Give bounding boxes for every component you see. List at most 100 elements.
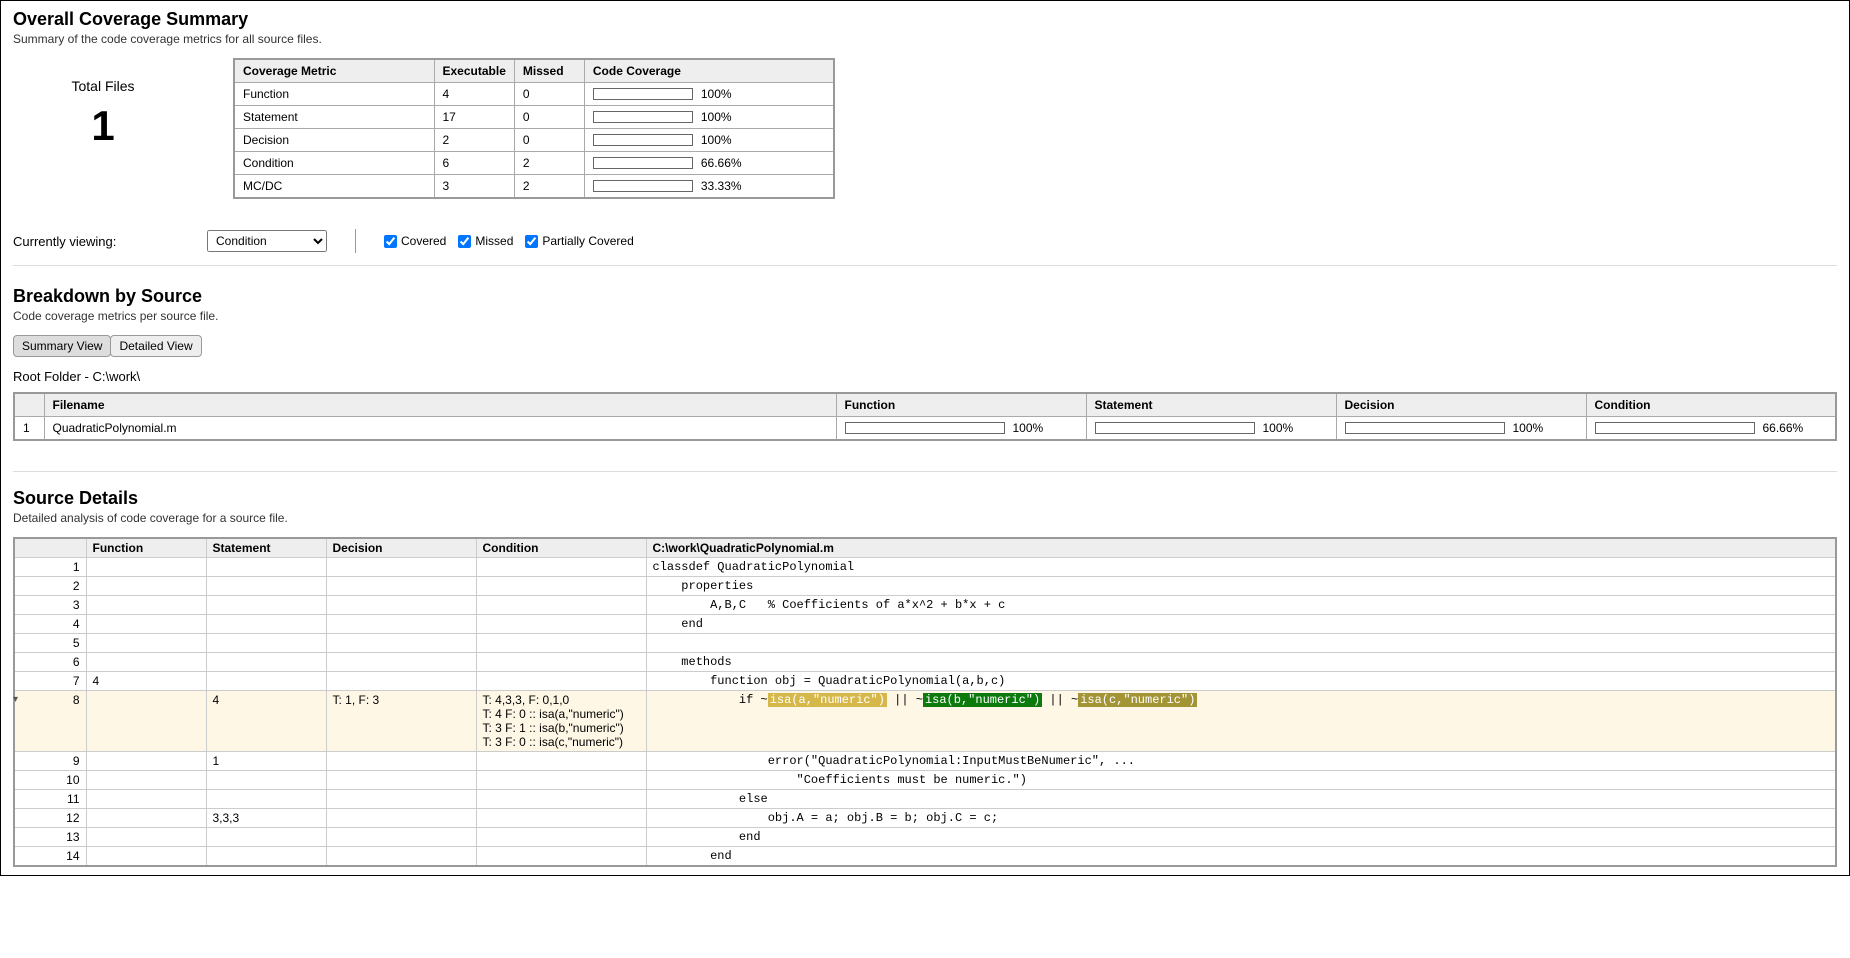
line-decision	[326, 790, 476, 809]
metric-name: Statement	[234, 106, 434, 129]
line-decision	[326, 577, 476, 596]
coverage-pct: 100%	[701, 110, 732, 124]
coverage-type-select[interactable]: Condition	[207, 230, 327, 252]
line-decision	[326, 558, 476, 577]
line-function	[86, 653, 206, 672]
coverage-pct: 33.33%	[701, 179, 742, 193]
source-line: 6 methods	[14, 653, 1836, 672]
line-statement	[206, 790, 326, 809]
metric-coverage: 100%	[584, 129, 834, 152]
line-function	[86, 596, 206, 615]
line-number: 13	[14, 828, 86, 847]
metric-name: Decision	[234, 129, 434, 152]
metric-executable: 17	[434, 106, 514, 129]
covered-checkbox-label[interactable]: Covered	[384, 234, 446, 248]
source-header-decision: Decision	[326, 538, 476, 558]
metrics-row: Function40 100%	[234, 83, 834, 106]
line-decision	[326, 634, 476, 653]
line-function	[86, 577, 206, 596]
total-files-label: Total Files	[13, 78, 193, 94]
line-statement	[206, 615, 326, 634]
metric-executable: 4	[434, 83, 514, 106]
partial-checkbox-label[interactable]: Partially Covered	[525, 234, 633, 248]
line-condition	[476, 828, 646, 847]
root-folder-label: Root Folder - C:\work\	[13, 369, 1837, 384]
breakdown-header-row: Filename Function Statement Decision Con…	[14, 393, 1836, 417]
breakdown-by-source: Breakdown by Source Code coverage metric…	[13, 286, 1837, 441]
breakdown-table: Filename Function Statement Decision Con…	[13, 392, 1837, 441]
missed-checkbox-label[interactable]: Missed	[458, 234, 513, 248]
coverage-bar	[1095, 422, 1255, 434]
line-number: 10	[14, 771, 86, 790]
line-condition	[476, 653, 646, 672]
line-code: A,B,C % Coefficients of a*x^2 + b*x + c	[646, 596, 1836, 615]
line-number: 7	[14, 672, 86, 691]
coverage-pct: 100%	[1263, 421, 1294, 435]
line-statement	[206, 634, 326, 653]
code-highlight-partial: isa(c,"numeric")	[1078, 693, 1197, 707]
breakdown-row[interactable]: 1QuadraticPolynomial.m100%100%100%66.66%	[14, 417, 1836, 441]
tab-summary-view[interactable]: Summary View	[13, 335, 111, 357]
line-condition	[476, 577, 646, 596]
line-code: classdef QuadraticPolynomial	[646, 558, 1836, 577]
coverage-pct: 100%	[701, 133, 732, 147]
row-decision: 100%	[1336, 417, 1586, 441]
total-files-block: Total Files 1	[13, 58, 193, 150]
metric-executable: 3	[434, 175, 514, 199]
line-function	[86, 790, 206, 809]
line-number: 6	[14, 653, 86, 672]
line-number: 4	[14, 615, 86, 634]
source-header-row: Function Statement Decision Condition C:…	[14, 538, 1836, 558]
tab-detailed-view[interactable]: Detailed View	[110, 335, 201, 357]
line-function	[86, 752, 206, 771]
line-code: end	[646, 615, 1836, 634]
line-condition	[476, 771, 646, 790]
source-line: 74 function obj = QuadraticPolynomial(a,…	[14, 672, 1836, 691]
line-decision	[326, 828, 476, 847]
metric-missed: 0	[514, 129, 584, 152]
line-decision	[326, 653, 476, 672]
line-function	[86, 691, 206, 752]
line-statement: 4	[206, 691, 326, 752]
breakdown-title: Breakdown by Source	[13, 286, 1837, 307]
source-table: Function Statement Decision Condition C:…	[13, 537, 1837, 867]
metric-missed: 0	[514, 83, 584, 106]
metric-executable: 6	[434, 152, 514, 175]
line-code: "Coefficients must be numeric.")	[646, 771, 1836, 790]
expand-caret-icon[interactable]: ▾	[13, 694, 18, 705]
partial-checkbox[interactable]	[525, 235, 538, 248]
line-code: error("QuadraticPolynomial:InputMustBeNu…	[646, 752, 1836, 771]
summary-subtitle: Summary of the code coverage metrics for…	[13, 32, 1837, 46]
source-line: 4 end	[14, 615, 1836, 634]
line-function	[86, 847, 206, 867]
coverage-bar	[1595, 422, 1755, 434]
filter-label: Currently viewing:	[13, 234, 183, 249]
metric-missed: 2	[514, 175, 584, 199]
section-separator	[13, 471, 1837, 472]
source-line: 10 "Coefficients must be numeric.")	[14, 771, 1836, 790]
line-decision	[326, 615, 476, 634]
source-line: ▾84T: 1, F: 3T: 4,3,3, F: 0,1,0T: 4 F: 0…	[14, 691, 1836, 752]
source-line: 5	[14, 634, 1836, 653]
line-condition	[476, 790, 646, 809]
line-number: 11	[14, 790, 86, 809]
line-function	[86, 809, 206, 828]
metrics-row: Statement170100%	[234, 106, 834, 129]
missed-checkbox[interactable]	[458, 235, 471, 248]
coverage-pct: 100%	[701, 87, 732, 101]
metric-name: MC/DC	[234, 175, 434, 199]
metric-name: Function	[234, 83, 434, 106]
source-header-function: Function	[86, 538, 206, 558]
line-function: 4	[86, 672, 206, 691]
line-statement	[206, 577, 326, 596]
line-number: 5	[14, 634, 86, 653]
row-filename[interactable]: QuadraticPolynomial.m	[44, 417, 836, 441]
line-condition	[476, 672, 646, 691]
line-condition	[476, 847, 646, 867]
code-highlight-partial: isa(a,"numeric")	[768, 693, 887, 707]
line-code: methods	[646, 653, 1836, 672]
line-condition	[476, 809, 646, 828]
line-decision	[326, 672, 476, 691]
metric-coverage: 100%	[584, 83, 834, 106]
covered-checkbox[interactable]	[384, 235, 397, 248]
